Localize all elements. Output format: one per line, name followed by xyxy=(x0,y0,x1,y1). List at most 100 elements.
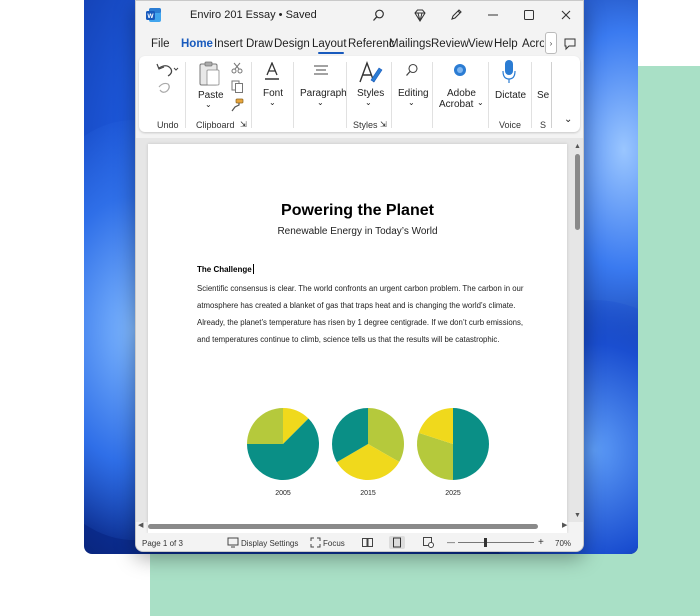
paste-icon[interactable] xyxy=(197,60,221,88)
document-canvas: Powering the Planet Renewable Energy in … xyxy=(136,138,583,534)
zoom-out-button[interactable]: — xyxy=(447,538,455,547)
sensitivity-label[interactable]: Se xyxy=(537,90,549,101)
tab-review[interactable]: Review xyxy=(431,38,469,50)
window-title: Enviro 201 Essay • Saved xyxy=(190,9,317,21)
tab-references[interactable]: Referenc xyxy=(348,38,395,50)
editing-chevron-down-icon[interactable]: ⌄ xyxy=(408,98,415,107)
search-icon[interactable] xyxy=(369,6,387,24)
focus-button[interactable]: Focus xyxy=(323,539,345,548)
ribbon-separator xyxy=(251,62,252,128)
tab-mailings[interactable]: Mailings xyxy=(389,38,431,50)
document-title: Powering the Planet xyxy=(281,202,434,219)
section-heading-text: The Challenge xyxy=(197,265,252,274)
horizontal-scroll-thumb[interactable] xyxy=(148,524,538,529)
text-cursor xyxy=(252,264,254,274)
acrobat-label[interactable]: Acrobat xyxy=(439,99,473,110)
focus-icon[interactable] xyxy=(310,537,321,548)
group-label-sensitivity: S xyxy=(540,120,547,130)
ribbon-separator xyxy=(531,62,532,128)
word-logo-icon[interactable]: W xyxy=(146,7,162,23)
pie-label-2015: 2015 xyxy=(360,490,376,497)
acrobat-chevron-down-icon[interactable]: ⌄ xyxy=(477,98,484,107)
document-subtitle: Renewable Energy in Today’s World xyxy=(277,226,438,237)
scroll-right-icon[interactable]: ▶ xyxy=(562,521,567,529)
comments-icon[interactable] xyxy=(561,35,579,53)
adobe-acrobat-icon[interactable] xyxy=(453,63,467,77)
scroll-up-icon[interactable]: ▲ xyxy=(574,143,581,150)
dictate-label[interactable]: Dictate xyxy=(495,90,526,101)
clipboard-launcher-icon[interactable]: ⇲ xyxy=(240,120,247,129)
paragraph-chevron-down-icon[interactable]: ⌄ xyxy=(317,98,324,107)
tab-home[interactable]: Home xyxy=(181,38,213,50)
status-bar: Page 1 of 3 Display Settings Focus — + 7… xyxy=(136,533,583,551)
tab-acrobat[interactable]: Acrob xyxy=(522,38,544,50)
diamond-icon[interactable] xyxy=(411,6,429,24)
font-chevron-down-icon[interactable]: ⌄ xyxy=(269,98,276,107)
ribbon: Undo Paste ⌄ Clipboard ⇲ Font ⌄ Paragrap… xyxy=(139,56,580,132)
tab-layout[interactable]: Layout xyxy=(312,38,347,50)
paste-chevron-down-icon[interactable]: ⌄ xyxy=(205,100,212,109)
paragraph-icon[interactable] xyxy=(313,64,329,78)
group-label-voice: Voice xyxy=(499,120,522,130)
pie-label-2005: 2005 xyxy=(275,490,291,497)
page-count[interactable]: Page 1 of 3 xyxy=(142,539,183,548)
tab-help[interactable]: Help xyxy=(494,38,518,50)
zoom-slider[interactable] xyxy=(458,542,534,543)
zoom-slider-knob[interactable] xyxy=(484,538,487,547)
close-icon[interactable] xyxy=(557,6,575,24)
ribbon-collapse-chevron-icon[interactable]: ⌄ xyxy=(564,114,572,125)
styles-launcher-icon[interactable]: ⇲ xyxy=(380,120,387,129)
tab-file[interactable]: File xyxy=(151,38,170,50)
horizontal-scrollbar[interactable]: ◀ ▶ xyxy=(136,521,583,531)
ribbon-separator xyxy=(488,62,489,128)
ribbon-separator xyxy=(391,62,392,128)
section-heading: The Challenge xyxy=(197,264,254,274)
display-settings-button[interactable]: Display Settings xyxy=(241,539,298,548)
font-icon[interactable] xyxy=(263,62,281,82)
styles-chevron-down-icon[interactable]: ⌄ xyxy=(365,98,372,107)
copy-icon[interactable] xyxy=(231,80,244,93)
read-mode-icon[interactable] xyxy=(362,538,373,547)
tab-view[interactable]: View xyxy=(468,38,493,50)
scroll-left-icon[interactable]: ◀ xyxy=(138,521,143,529)
vertical-scroll-thumb[interactable] xyxy=(575,154,580,230)
undo-icon[interactable] xyxy=(153,60,179,98)
svg-text:W: W xyxy=(147,13,154,20)
pie-charts: 2005 2015 2025 xyxy=(148,396,567,506)
word-window: W Enviro 201 Essay • Saved File Home Ins… xyxy=(135,0,584,552)
microphone-icon[interactable] xyxy=(501,59,517,85)
zoom-in-button[interactable]: + xyxy=(538,537,544,548)
maximize-icon[interactable] xyxy=(520,6,538,24)
scroll-down-icon[interactable]: ▼ xyxy=(574,512,581,519)
group-label-styles: Styles xyxy=(353,120,378,130)
web-layout-icon[interactable] xyxy=(423,537,434,548)
ribbon-separator xyxy=(432,62,433,128)
minimize-icon[interactable] xyxy=(484,6,502,24)
document-page[interactable]: Powering the Planet Renewable Energy in … xyxy=(148,144,567,534)
group-label-clipboard: Clipboard xyxy=(196,120,235,130)
display-settings-icon[interactable] xyxy=(227,537,239,548)
tab-design[interactable]: Design xyxy=(274,38,310,50)
tab-insert[interactable]: Insert xyxy=(214,38,243,50)
format-painter-icon[interactable] xyxy=(230,98,244,112)
title-bar: W Enviro 201 Essay • Saved xyxy=(136,1,583,29)
ribbon-separator xyxy=(346,62,347,128)
styles-icon[interactable] xyxy=(357,60,383,86)
vertical-scrollbar[interactable]: ▲ ▼ xyxy=(573,143,582,521)
body-paragraph: Scientific consensus is clear. The world… xyxy=(197,284,524,344)
adobe-label[interactable]: Adobe xyxy=(447,88,476,99)
tab-draw[interactable]: Draw xyxy=(246,38,273,50)
tab-scroll-right-icon[interactable]: › xyxy=(545,32,557,54)
ribbon-separator xyxy=(185,62,186,128)
active-tab-indicator xyxy=(318,52,344,54)
pie-2005-slice-2 xyxy=(247,408,283,444)
ribbon-separator xyxy=(551,62,552,128)
pen-icon[interactable] xyxy=(447,6,465,24)
group-label-undo: Undo xyxy=(157,120,179,130)
pie-label-2025: 2025 xyxy=(445,490,461,497)
zoom-level[interactable]: 70% xyxy=(555,539,571,548)
ribbon-separator xyxy=(293,62,294,128)
cut-icon[interactable] xyxy=(231,62,243,74)
editing-search-icon[interactable] xyxy=(405,63,419,77)
print-layout-icon[interactable] xyxy=(389,536,405,549)
